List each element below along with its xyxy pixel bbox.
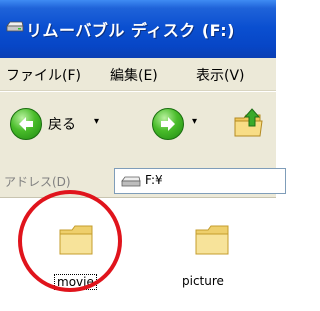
toolbar: 戻る ▾ ▾ [0,91,276,166]
address-bar: アドレス(D) F:¥ [0,165,286,198]
folder-label-movie: movie [54,274,97,290]
back-label: 戻る [48,117,76,133]
folder-item-movie[interactable]: movie [40,210,112,290]
menu-edit[interactable]: 編集(E) [110,65,158,85]
forward-arrow-icon [152,108,184,140]
back-button[interactable]: 戻る ▾ [10,108,110,142]
address-label: アドレス(D) [4,175,71,189]
forward-button[interactable]: ▾ [152,108,214,142]
window-title: リムーバブル ディスク (F:) [26,21,235,40]
drive-icon [6,21,24,32]
menu-view[interactable]: 表示(V) [196,65,245,85]
back-arrow-icon [10,108,42,140]
folder-icon [195,225,229,255]
folder-up-icon[interactable] [232,106,266,140]
menu-file[interactable]: ファイル(F) [6,65,81,85]
menu-bar: ファイル(F) 編集(E) 表示(V) [0,58,276,91]
folder-label-picture: picture [182,274,224,288]
folder-icon [59,225,93,255]
title-bar[interactable]: リムーバブル ディスク (F:) [0,0,276,58]
forward-dropdown-icon[interactable]: ▾ [192,116,197,127]
drive-icon [121,176,141,187]
folder-item-picture[interactable]: picture [176,210,248,290]
address-value: F:¥ [145,173,163,187]
address-input[interactable]: F:¥ [114,168,286,194]
file-view: movie picture [0,198,276,311]
back-dropdown-icon[interactable]: ▾ [94,116,99,127]
